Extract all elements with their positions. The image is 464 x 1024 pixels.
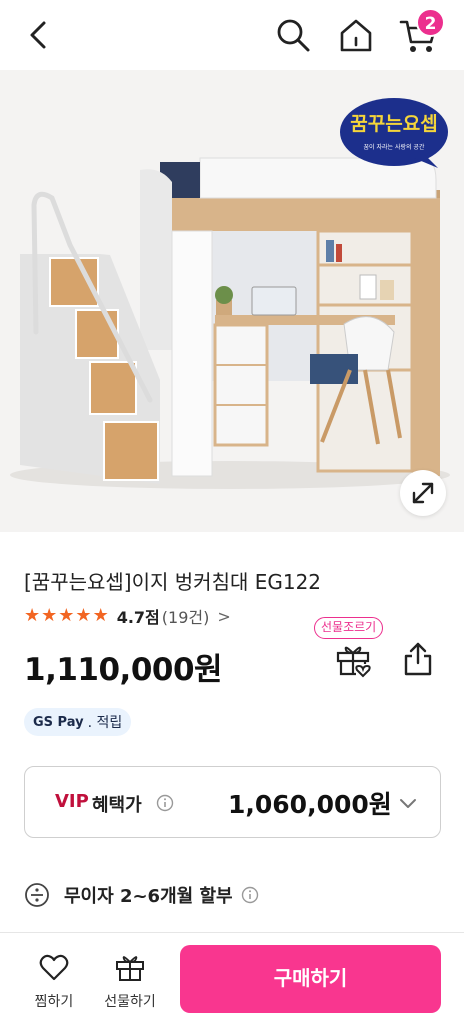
installment-row: 무이자 2~6개월 할부 <box>24 880 259 910</box>
product-price: 1,110,000원 <box>24 652 223 688</box>
installment-text: 무이자 2~6개월 할부 <box>64 886 233 907</box>
chevron-right-icon: > <box>217 606 231 626</box>
gift-icon <box>116 956 144 981</box>
gift-request-tag[interactable]: 선물조르기 <box>314 617 384 639</box>
vip-label: VIP <box>55 791 89 812</box>
product-title: [꿈꾸는요셉]이지 벙커침대 EG122 <box>24 570 322 594</box>
vip-price: 1,060,000원 <box>228 790 392 819</box>
gspay-points-badge: GS Pay . 적립 <box>24 708 132 736</box>
gift-label: 선물하기 <box>104 994 156 1010</box>
svg-text:꿈이 자라는 사랑의 공간: 꿈이 자라는 사랑의 공간 <box>364 143 425 151</box>
star-icon: ★ <box>75 605 92 626</box>
rating-stars: ★ ★ ★ ★ ★ <box>24 607 109 625</box>
zoom-image-button[interactable] <box>400 470 446 516</box>
star-icon: ★ <box>58 605 75 626</box>
rating-row[interactable]: ★ ★ ★ ★ ★ 4.7점 (19건) > <box>24 604 231 628</box>
info-icon[interactable] <box>156 794 174 812</box>
buy-button[interactable]: 구매하기 <box>180 945 441 1013</box>
svg-text:꿈꾸는요셉: 꿈꾸는요셉 <box>350 113 437 135</box>
gspay-points-label: . 적립 <box>87 715 123 731</box>
chevron-down-icon <box>400 799 416 808</box>
cart-count-badge: 2 <box>416 8 445 37</box>
heart-icon <box>39 954 69 981</box>
star-icon: ★ <box>41 605 58 626</box>
info-icon[interactable] <box>241 886 259 904</box>
gift-heart-icon[interactable] <box>334 640 372 678</box>
search-icon[interactable] <box>274 16 312 54</box>
brand-logo-badge: 꿈꾸는요셉 꿈이 자라는 사랑의 공간 <box>340 98 448 168</box>
top-bar: 2 <box>0 0 464 70</box>
bottom-action-bar: 찜하기 선물하기 구매하기 <box>0 932 464 1024</box>
vip-benefit-label: 혜택가 <box>92 795 142 816</box>
gspay-logo: GS Pay <box>33 714 84 730</box>
product-image[interactable]: 꿈꾸는요셉 꿈이 자라는 사랑의 공간 <box>0 70 464 532</box>
home-icon[interactable] <box>336 16 376 54</box>
back-arrow-icon[interactable] <box>22 18 56 52</box>
vip-price-dropdown[interactable]: VIP 혜택가 1,060,000원 <box>24 766 441 838</box>
expand-icon <box>412 482 434 504</box>
rating-score: 4.7점 <box>116 608 160 627</box>
wishlist-button[interactable]: 찜하기 <box>18 933 90 1024</box>
star-icon: ★ <box>92 605 109 626</box>
share-icon[interactable] <box>400 640 436 678</box>
rating-count: (19건) <box>161 608 210 627</box>
installment-divide-icon <box>25 883 49 907</box>
star-icon: ★ <box>24 605 41 626</box>
wishlist-label: 찜하기 <box>34 994 74 1010</box>
gift-button[interactable]: 선물하기 <box>94 933 166 1024</box>
